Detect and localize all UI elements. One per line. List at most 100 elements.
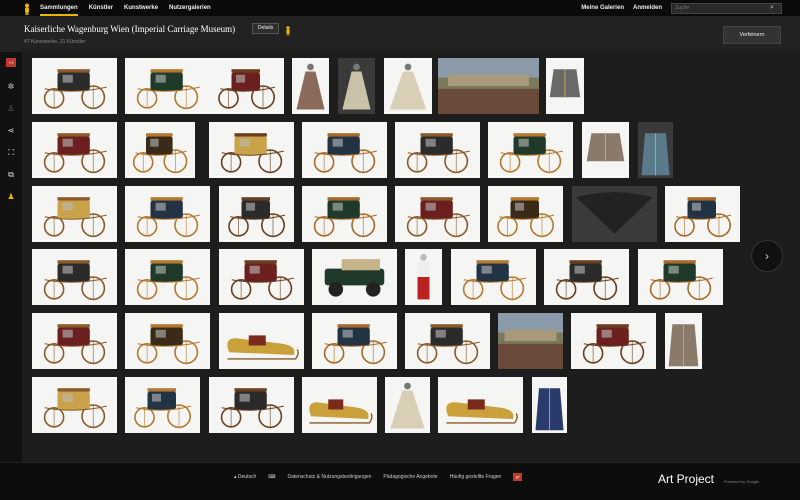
figure-image	[417, 254, 430, 300]
artwork-thumbnail[interactable]	[125, 58, 210, 114]
nav-meine-galerien[interactable]: Meine Galerien	[581, 0, 624, 16]
carriage-image	[136, 197, 200, 238]
artwork-thumbnail[interactable]	[571, 313, 656, 369]
dress-image	[390, 382, 425, 429]
carriage-image	[43, 324, 107, 365]
artwork-thumbnail[interactable]	[32, 377, 117, 433]
artwork-thumbnail[interactable]	[302, 186, 387, 242]
artwork-thumbnail[interactable]	[32, 313, 117, 369]
artwork-thumbnail[interactable]	[544, 249, 629, 305]
artwork-thumbnail[interactable]	[395, 122, 480, 178]
artwork-thumbnail[interactable]	[125, 249, 210, 305]
compare-icon[interactable]: ⧉	[6, 170, 16, 180]
language-selector[interactable]: ▴ Deutsch	[234, 474, 256, 480]
carriage-image	[220, 388, 284, 429]
artwork-thumbnail[interactable]	[125, 313, 210, 369]
sleigh-image	[227, 335, 299, 360]
top-navigation-bar: Sammlungen Künstler Kunstwerke Nutzergal…	[0, 0, 800, 16]
carriage-image	[416, 324, 480, 365]
collection-count: 47 Kunstwerke, 21 Künstler	[24, 39, 86, 45]
carriage-image	[649, 260, 713, 301]
nav-nutzergalerien[interactable]: Nutzergalerien	[169, 0, 211, 16]
carriage-image	[218, 69, 276, 110]
artwork-thumbnail[interactable]	[312, 249, 397, 305]
artwork-thumbnail[interactable]	[665, 313, 702, 369]
jacket-image	[586, 133, 625, 162]
artwork-thumbnail[interactable]	[32, 249, 117, 305]
nav-kuenstler[interactable]: Künstler	[89, 0, 113, 16]
dress-image	[389, 63, 427, 110]
street-view-icon[interactable]: ♟	[6, 192, 16, 202]
carriage-image	[136, 69, 200, 110]
refine-button[interactable]: Verfeinern	[723, 26, 781, 44]
artwork-thumbnail[interactable]	[219, 313, 304, 369]
street-view-pegman-icon[interactable]	[284, 23, 292, 36]
artwork-thumbnail[interactable]	[384, 58, 432, 114]
nav-sammlungen[interactable]: Sammlungen	[40, 0, 78, 16]
artwork-thumbnail[interactable]	[312, 313, 397, 369]
next-page-button[interactable]: ›	[751, 240, 783, 272]
fan-image	[576, 192, 653, 234]
artwork-thumbnail[interactable]	[546, 58, 584, 114]
footer-link-education[interactable]: Pädagogische Angebote	[383, 474, 437, 480]
footer-link-faq[interactable]: Häufig gestellte Fragen	[450, 474, 502, 480]
artwork-thumbnail[interactable]	[292, 58, 329, 114]
language-icon: ⌨	[268, 474, 276, 480]
dress-image	[342, 63, 371, 110]
artwork-thumbnail[interactable]	[385, 377, 430, 433]
pegman-icon[interactable]: ♙	[6, 104, 16, 114]
artwork-thumbnail[interactable]	[488, 186, 563, 242]
footer-link-privacy[interactable]: Datenschutz & Nutzungsbedingungen	[287, 474, 371, 480]
carriage-image	[43, 388, 107, 429]
search-icon[interactable]: ⌕	[770, 4, 774, 12]
artwork-thumbnail[interactable]	[582, 122, 629, 178]
artwork-thumbnail[interactable]	[32, 186, 117, 242]
carriage-image	[674, 197, 732, 238]
nav-anmelden[interactable]: Anmelden	[633, 0, 662, 16]
artwork-thumbnail[interactable]	[395, 186, 480, 242]
artwork-thumbnail[interactable]	[532, 377, 567, 433]
artwork-thumbnail[interactable]	[125, 122, 195, 178]
artwork-thumbnail[interactable]	[638, 122, 673, 178]
painting-image	[498, 313, 563, 369]
pegman-logo-icon[interactable]	[22, 2, 32, 15]
artwork-thumbnail[interactable]	[209, 58, 284, 114]
jacket-image	[549, 69, 581, 98]
details-button[interactable]: Details	[252, 23, 280, 34]
artwork-thumbnail[interactable]	[405, 249, 442, 305]
artwork-thumbnail[interactable]	[302, 377, 377, 433]
artwork-thumbnail[interactable]	[488, 122, 573, 178]
artwork-thumbnail[interactable]	[498, 313, 563, 369]
artwork-thumbnail[interactable]	[451, 249, 536, 305]
artwork-thumbnail[interactable]	[219, 186, 294, 242]
artwork-thumbnail[interactable]	[302, 122, 387, 178]
artwork-thumbnail[interactable]	[438, 58, 539, 114]
share-icon[interactable]: ⋖	[6, 126, 16, 136]
coat-image	[535, 388, 564, 431]
google-plus-icon[interactable]: g+	[513, 473, 523, 481]
nav-kunstwerke[interactable]: Kunstwerke	[124, 0, 158, 16]
artwork-thumbnail[interactable]	[32, 122, 117, 178]
art-project-logo[interactable]: Art Project	[658, 472, 714, 486]
artwork-thumbnail[interactable]	[219, 249, 304, 305]
compass-icon[interactable]: ✲	[6, 82, 16, 92]
collection-header: Kaiserliche Wagenburg Wien (Imperial Car…	[0, 16, 800, 52]
carriage-image	[230, 260, 294, 301]
carriage-image	[43, 69, 107, 110]
google-plus-icon[interactable]: +1	[6, 58, 16, 68]
fullscreen-icon[interactable]: ⛶	[6, 148, 16, 158]
artwork-thumbnail[interactable]	[209, 377, 294, 433]
artwork-thumbnail[interactable]	[405, 313, 490, 369]
artwork-thumbnail[interactable]	[209, 122, 294, 178]
artwork-thumbnail[interactable]	[572, 186, 657, 242]
artwork-thumbnail[interactable]	[638, 249, 723, 305]
search-input[interactable]	[672, 5, 770, 11]
artwork-thumbnail[interactable]	[665, 186, 740, 242]
artwork-thumbnail[interactable]	[438, 377, 523, 433]
carriage-image	[132, 133, 188, 174]
artwork-thumbnail[interactable]	[125, 377, 200, 433]
artwork-thumbnail[interactable]	[32, 58, 117, 114]
artwork-thumbnail[interactable]	[125, 186, 210, 242]
carriage-image	[555, 260, 619, 301]
artwork-thumbnail[interactable]	[338, 58, 375, 114]
